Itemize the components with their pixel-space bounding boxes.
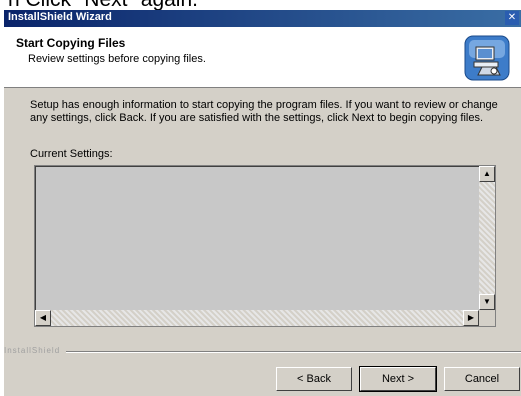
header-subtitle: Review settings before copying files. <box>28 53 206 65</box>
vertical-scrollbar[interactable]: ▲ ▼ <box>479 166 495 310</box>
scroll-right-arrow-icon[interactable]: ▶ <box>463 310 479 326</box>
intro-text: Setup has enough information to start co… <box>30 99 498 124</box>
horizontal-scrollbar[interactable]: ◀ ▶ <box>35 310 479 326</box>
back-button[interactable]: < Back <box>276 367 352 391</box>
page-caption: n Click "Next" again. <box>0 0 521 10</box>
window-title: InstallShield Wizard <box>8 11 112 23</box>
scrollbar-corner <box>479 310 495 326</box>
cancel-button[interactable]: Cancel <box>444 367 520 391</box>
installshield-computer-icon <box>464 35 510 81</box>
installshield-brand-label: InstallShield <box>4 346 61 355</box>
caption-text: n Click "Next" again. <box>8 0 198 10</box>
scroll-up-arrow-icon[interactable]: ▲ <box>479 166 495 182</box>
close-button[interactable]: ✕ <box>505 11 519 25</box>
current-settings-textbox[interactable]: ▲ ▼ ◀ ▶ <box>34 165 496 327</box>
header-title: Start Copying Files <box>16 36 126 50</box>
title-bar[interactable]: InstallShield Wizard ✕ <box>4 10 521 27</box>
footer-separator <box>66 351 521 353</box>
current-settings-label: Current Settings: <box>30 148 113 160</box>
wizard-header: Start Copying Files Review settings befo… <box>4 27 521 88</box>
installshield-wizard-dialog: InstallShield Wizard ✕ Start Copying Fil… <box>4 10 521 396</box>
next-button[interactable]: Next > <box>359 366 437 392</box>
scroll-left-arrow-icon[interactable]: ◀ <box>35 310 51 326</box>
scroll-down-arrow-icon[interactable]: ▼ <box>479 294 495 310</box>
